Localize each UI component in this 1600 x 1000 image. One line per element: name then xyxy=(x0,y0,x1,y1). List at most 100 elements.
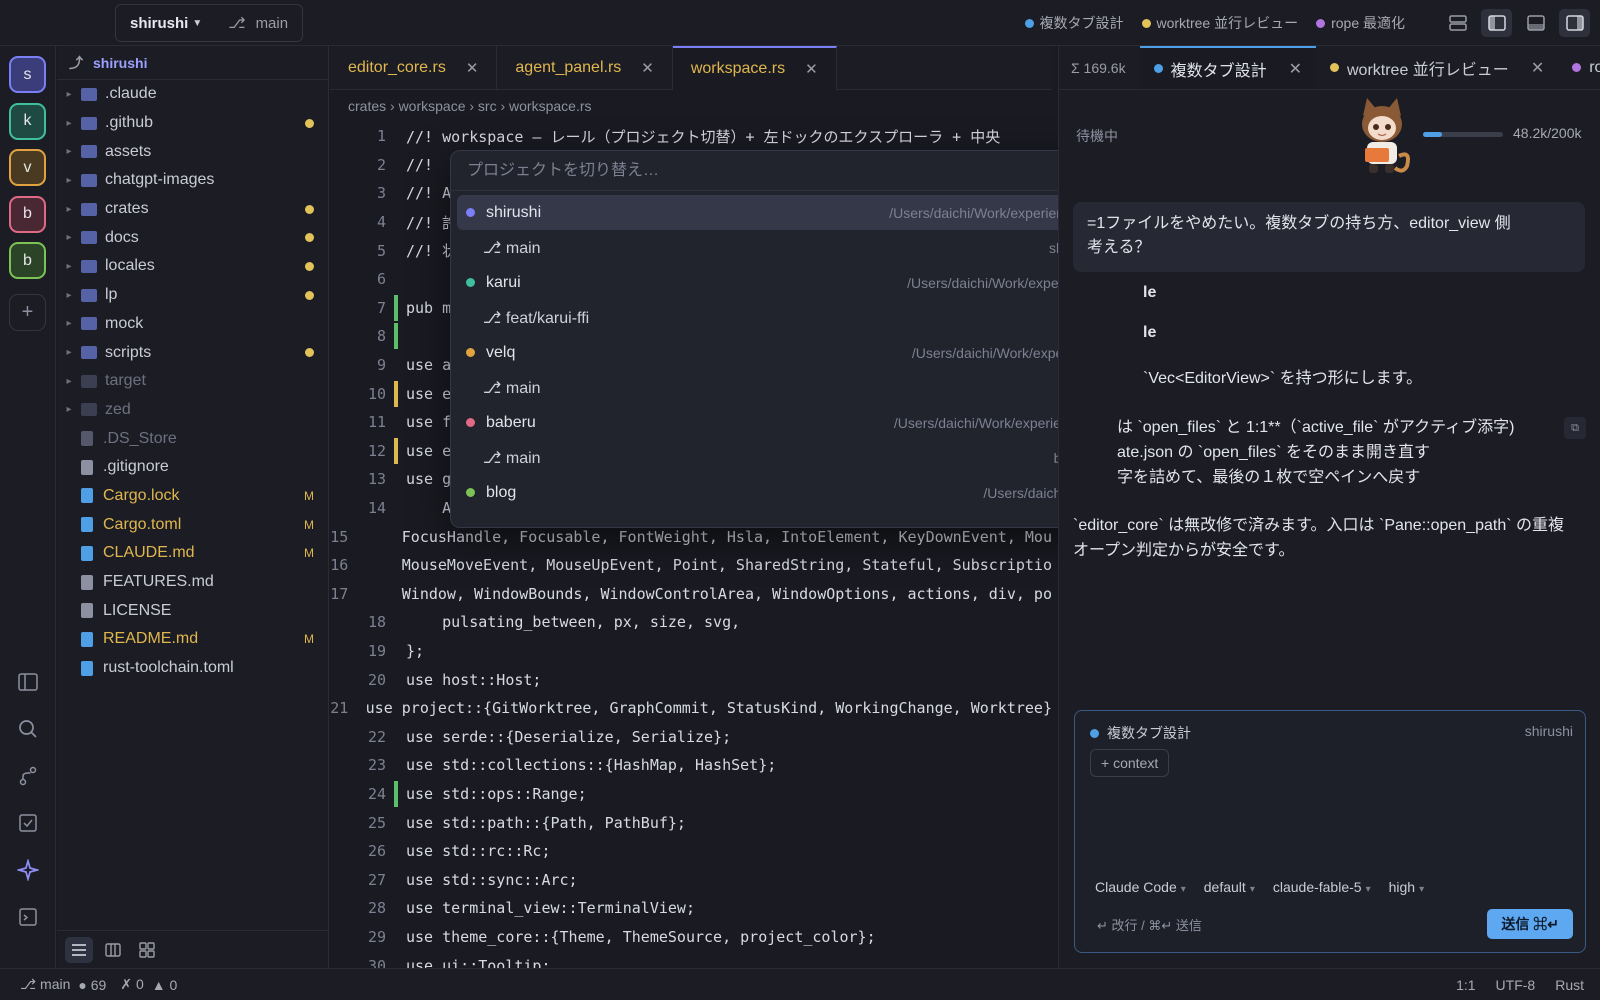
folder-icon xyxy=(81,87,97,101)
project-color-dot xyxy=(466,418,475,427)
tree-file[interactable]: Cargo.toml M xyxy=(57,510,328,539)
tree-folder[interactable]: ▸ crates xyxy=(57,195,328,224)
sidebar-toggle-icon[interactable] xyxy=(16,670,40,694)
code-text: }; xyxy=(406,641,425,660)
add-project-button[interactable]: + xyxy=(9,294,46,331)
file-language[interactable]: Rust xyxy=(1555,977,1584,993)
git-gutter-mark xyxy=(394,810,398,836)
tree-folder[interactable]: ▸ target xyxy=(57,367,328,396)
composer-option-label: claude-fable-5 xyxy=(1272,879,1362,895)
tree-file[interactable]: FEATURES.md xyxy=(57,568,328,597)
prompt-input[interactable] xyxy=(1090,787,1570,867)
agent-panel: Σ 169.6k 複数タブ設計 ✕ worktree 並行レビュー ✕ ro 待機中 4… xyxy=(1058,46,1600,968)
project-avatar[interactable]: s xyxy=(9,56,46,93)
palette-project-item[interactable]: blog/Users/daichi/Work/blog xyxy=(457,475,1143,510)
list-view-icon[interactable] xyxy=(65,936,93,963)
palette-branch-item[interactable]: ⎇ feat/karui-ffikarui✓ xyxy=(457,300,1143,335)
cursor-position[interactable]: 1:1 xyxy=(1456,977,1475,993)
palette-project-name: shirushi xyxy=(486,203,542,221)
tree-folder[interactable]: ▸ lp xyxy=(57,281,328,310)
palette-branch-item[interactable]: ⎇ mainvelq✓ xyxy=(457,370,1143,405)
project-switcher[interactable]: shirushi ▼ ⎇ main xyxy=(115,4,303,42)
send-button[interactable]: 送信 ⌘↵ xyxy=(1487,909,1573,939)
tree-folder[interactable]: ▸ .github xyxy=(57,109,328,138)
agent-tab[interactable]: worktree 並行レビュー ✕ xyxy=(1316,46,1558,89)
close-icon[interactable]: ✕ xyxy=(641,59,654,77)
tree-folder[interactable]: ▸ locales xyxy=(57,252,328,281)
git-branch-icon[interactable] xyxy=(16,764,40,788)
status-warnings[interactable]: ▲ 0 xyxy=(152,977,178,993)
close-icon[interactable]: ✕ xyxy=(466,59,479,77)
agent-tab[interactable]: 複数タブ設計 ✕ xyxy=(1139,46,1316,89)
terminal-icon[interactable] xyxy=(16,905,40,929)
tree-folder[interactable]: ▸ assets xyxy=(57,137,328,166)
search-icon[interactable] xyxy=(16,717,40,741)
palette-search-input[interactable] xyxy=(451,151,1149,191)
code-text: //! xyxy=(406,155,434,174)
status-errors[interactable]: ✗ 0 xyxy=(120,976,143,993)
tree-file[interactable]: LICENSE xyxy=(57,596,328,625)
palette-project-item[interactable]: baberu/Users/daichi/Work/experience/babe… xyxy=(457,405,1143,440)
copy-icon[interactable]: ⧉ xyxy=(1564,417,1586,439)
close-icon[interactable]: ✕ xyxy=(1531,58,1544,78)
panel-bottom-icon[interactable] xyxy=(1520,9,1551,37)
editor-tab[interactable]: editor_core.rs ✕ xyxy=(330,46,498,90)
git-gutter-mark xyxy=(394,867,398,893)
project-avatar[interactable]: b xyxy=(9,242,46,279)
status-branch[interactable]: ⎇ main xyxy=(20,976,70,993)
agent-tab-label: 複数タブ設計 xyxy=(1170,62,1267,80)
tree-folder[interactable]: ▸ zed xyxy=(57,396,328,425)
layout-stack-icon[interactable] xyxy=(1442,9,1473,37)
code-text: use terminal_view::TerminalView; xyxy=(406,899,695,918)
tree-file[interactable]: rust-toolchain.toml xyxy=(57,654,328,683)
tree-file[interactable]: CLAUDE.md M xyxy=(57,539,328,568)
palette-project-item[interactable]: karui/Users/daichi/Work/experience/karui xyxy=(457,265,1143,300)
composer-option-dropdown[interactable]: Claude Code ▾ xyxy=(1095,879,1186,895)
close-icon[interactable]: ✕ xyxy=(805,60,818,78)
project-avatar[interactable]: k xyxy=(9,102,46,140)
tree-folder[interactable]: ▸ docs xyxy=(57,223,328,252)
sidebar-left-icon[interactable] xyxy=(1481,9,1512,37)
sidebar-right-icon[interactable] xyxy=(1559,9,1590,37)
project-avatar[interactable]: v xyxy=(9,149,46,186)
tree-folder[interactable]: ▸ mock xyxy=(57,310,328,339)
status-changes[interactable]: ● 69 xyxy=(78,977,106,993)
breadcrumb[interactable]: crates › workspace › src › workspace.rs xyxy=(330,90,1052,122)
add-context-button[interactable]: + context xyxy=(1090,749,1170,777)
columns-view-icon[interactable] xyxy=(99,937,127,963)
git-gutter-mark xyxy=(394,209,398,235)
title-session[interactable]: 複数タブ設計 xyxy=(1024,13,1124,33)
sparkle-agent-icon[interactable] xyxy=(16,858,40,882)
file-encoding[interactable]: UTF-8 xyxy=(1496,977,1536,993)
palette-project-item[interactable]: shirushi/Users/daichi/Work/experience/sh… xyxy=(457,195,1143,230)
folder-icon xyxy=(81,403,97,417)
folder-icon xyxy=(81,231,97,245)
composer-option-dropdown[interactable]: claude-fable-5 ▾ xyxy=(1273,879,1371,895)
tree-folder[interactable]: ▸ scripts xyxy=(57,338,328,367)
palette-project-item[interactable]: velq/Users/daichi/Work/experience/velq xyxy=(457,335,1143,370)
close-icon[interactable]: ✕ xyxy=(1289,59,1302,79)
title-bar: shirushi ▼ ⎇ main 複数タブ設計 worktree 並行レビュー r… xyxy=(0,0,1600,46)
title-session[interactable]: worktree 並行レビュー xyxy=(1141,13,1298,33)
project-avatar[interactable]: b xyxy=(9,195,46,233)
palette-branch-item[interactable]: ⎇ mainbaberu✓ xyxy=(457,440,1143,475)
tree-folder[interactable]: ▸ .claude xyxy=(57,80,328,109)
agent-tab[interactable]: ro xyxy=(1558,46,1600,89)
checklist-icon[interactable] xyxy=(16,811,40,835)
palette-branch-item[interactable]: ⎇ mainshirushi✓ xyxy=(457,230,1143,265)
title-session[interactable]: rope 最適化 xyxy=(1316,13,1405,33)
tree-file[interactable]: README.md M xyxy=(57,625,328,654)
composer-option-dropdown[interactable]: high ▾ xyxy=(1389,879,1425,895)
code-line: 17 Window, WindowBounds, WindowControlAr… xyxy=(330,580,1052,609)
tree-folder[interactable]: ▸ chatgpt-images xyxy=(57,166,328,195)
editor-tab[interactable]: agent_panel.rs ✕ xyxy=(497,46,673,90)
composer-option-dropdown[interactable]: default ▾ xyxy=(1204,879,1255,895)
file-icon xyxy=(81,431,93,447)
status-bar: ⎇ main ● 69 ✗ 0 ▲ 0 1:1 UTF-8 Rust xyxy=(0,968,1600,1000)
editor-tab[interactable]: workspace.rs ✕ xyxy=(672,46,837,90)
tree-file[interactable]: Cargo.lock M xyxy=(57,482,328,511)
tree-file[interactable]: .DS_Store xyxy=(57,424,328,453)
grid-view-icon[interactable] xyxy=(133,937,161,963)
branch-icon: ⎇ xyxy=(483,239,506,257)
tree-file[interactable]: .gitignore xyxy=(57,453,328,482)
